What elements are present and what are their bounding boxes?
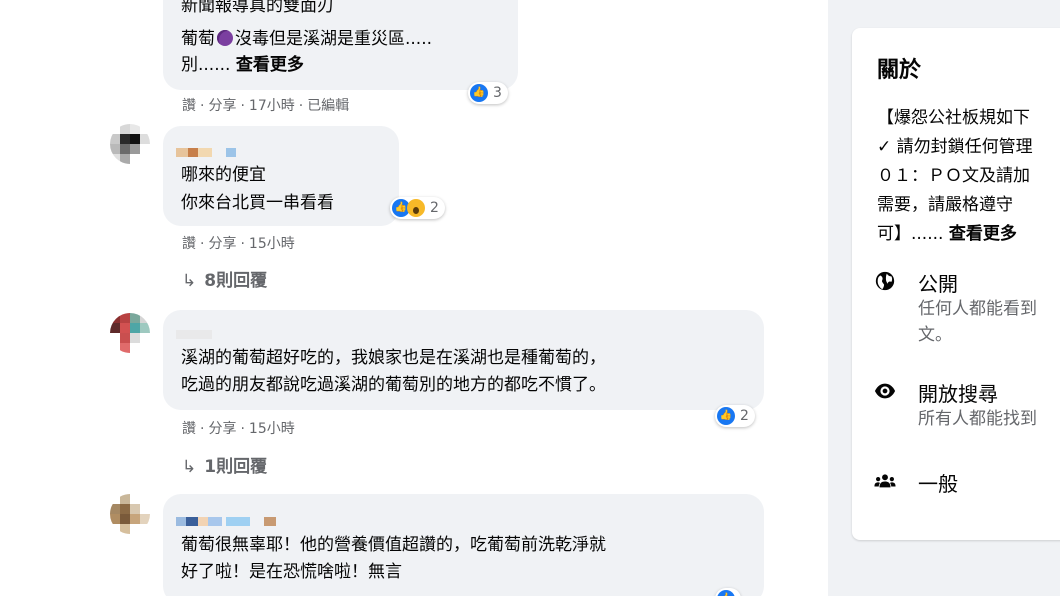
like-action[interactable]: 讚	[182, 98, 196, 114]
reaction-count: 3	[493, 85, 502, 101]
eye-icon	[874, 383, 896, 399]
comment-text: 好了啦！是在恐慌啥啦！無言	[181, 562, 402, 582]
like-action[interactable]: 讚	[182, 421, 196, 437]
timestamp[interactable]: 15小時	[249, 421, 295, 437]
reply-arrow-icon: ↳	[182, 457, 197, 477]
info-title: 一般	[918, 472, 958, 496]
grape-emoji-icon	[217, 30, 233, 46]
avatar[interactable]	[110, 124, 150, 164]
reaction-badge[interactable]: 👍 2	[715, 405, 755, 427]
reaction-badge[interactable]: 👍 3	[468, 82, 508, 104]
see-more-link[interactable]: 查看更多	[949, 224, 1017, 244]
comment-text: 新聞報導真的雙面刃	[181, 0, 334, 16]
info-desc: 任何人都能看到 文。	[918, 299, 1037, 345]
like-action[interactable]: 讚	[182, 236, 196, 252]
info-title: 公開	[918, 272, 958, 296]
see-more-link[interactable]: 查看更多	[236, 55, 304, 75]
comment-actions: 讚 · 分享 · 15小時	[182, 236, 295, 252]
comments-feed: 新聞報導真的雙面刃 葡萄 沒毒但是溪湖是重災區..... 別...... 查看更多…	[0, 0, 828, 596]
group-rules: 【爆怨公社板規如下 ✓ 請勿封鎖任何管理 ０１：ＰＯ文及請加 需要，請嚴格遵守 …	[877, 108, 1033, 244]
comment-actions: 讚 · 分享 · 17小時 · 已編輯	[182, 98, 350, 114]
comment-text: 你來台北買一串看看	[181, 193, 334, 213]
replies-count: 1則回覆	[204, 457, 268, 477]
reaction-count: 2	[430, 200, 439, 216]
edited-label: 已編輯	[307, 98, 350, 114]
reaction-badge[interactable]: 👍 2	[390, 197, 445, 219]
about-title: 關於	[877, 58, 922, 83]
globe-icon	[875, 271, 895, 291]
comment-text: 吃過的朋友都說吃過溪湖的葡萄別的地方的都吃不慣了。	[181, 375, 606, 395]
replies-count: 8則回覆	[204, 271, 268, 291]
comment-text: 哪來的便宜	[181, 165, 266, 185]
comment-text: 溪湖的葡萄超好吃的，我娘家也是在溪湖也是種葡萄的，	[181, 348, 606, 368]
like-icon: 👍	[470, 84, 488, 102]
share-action[interactable]: 分享	[208, 421, 236, 437]
info-title: 開放搜尋	[918, 382, 998, 406]
avatar[interactable]	[110, 313, 150, 353]
comment-text: 別...... 查看更多	[181, 55, 304, 75]
view-replies-link[interactable]: ↳ 1則回覆	[182, 452, 267, 477]
share-action[interactable]: 分享	[208, 236, 236, 252]
comment-text: 葡萄 沒毒但是溪湖是重災區.....	[181, 29, 433, 49]
avatar[interactable]	[110, 494, 150, 534]
like-icon: 👍	[717, 590, 735, 596]
reaction-count: 2	[740, 408, 749, 424]
share-action[interactable]: 分享	[208, 98, 236, 114]
comment-actions: 讚 · 分享 · 15小時	[182, 421, 295, 437]
wow-icon	[407, 199, 425, 217]
like-icon: 👍	[717, 407, 735, 425]
timestamp[interactable]: 17小時	[249, 98, 295, 114]
view-replies-link[interactable]: ↳ 8則回覆	[182, 266, 267, 291]
timestamp[interactable]: 15小時	[249, 236, 295, 252]
reply-arrow-icon: ↳	[182, 271, 197, 291]
comment-text: 葡萄很無辜耶！他的營養價值超讚的，吃葡萄前洗乾淨就	[181, 535, 606, 555]
info-desc: 所有人都能找到	[918, 409, 1037, 429]
group-icon	[874, 474, 896, 488]
